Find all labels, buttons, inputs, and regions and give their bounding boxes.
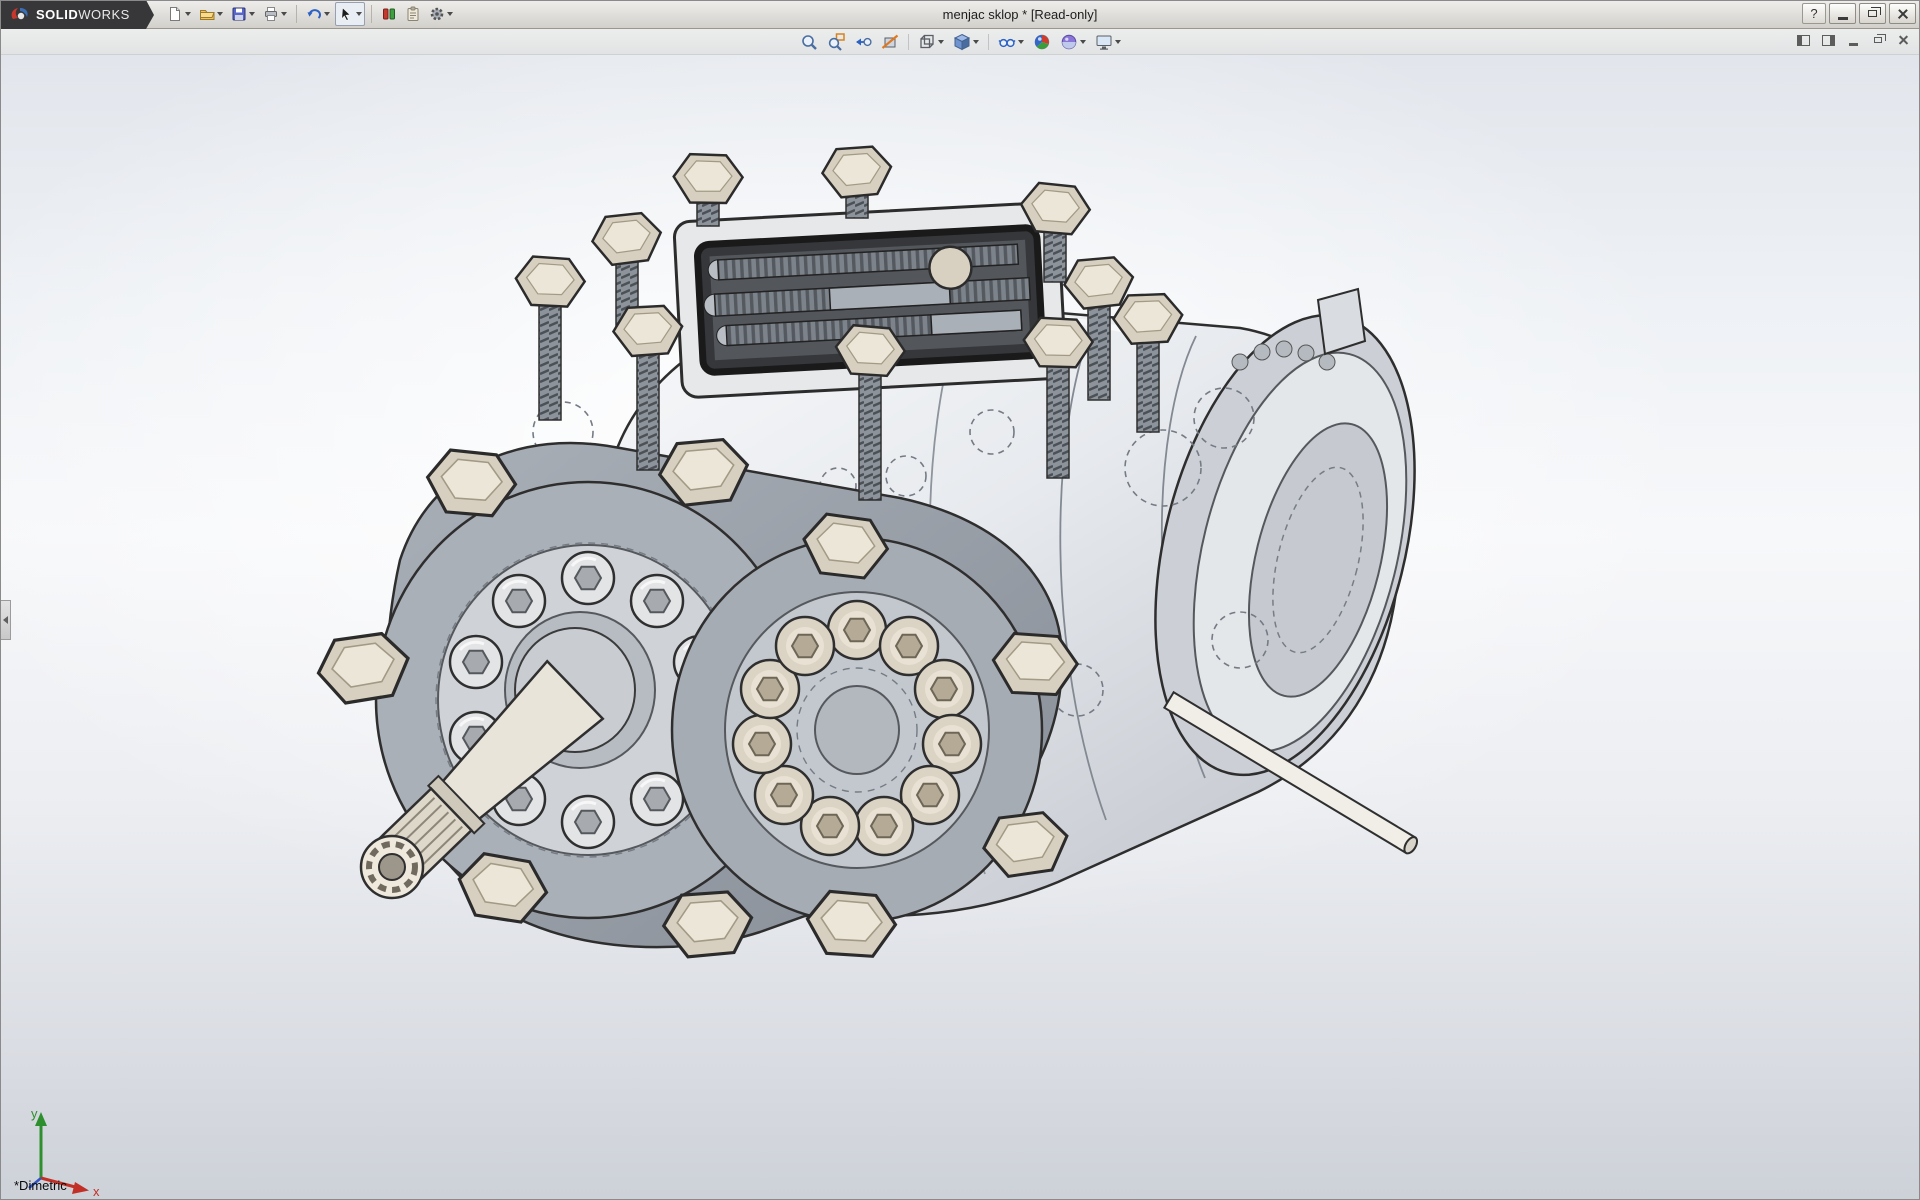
hide-show-items-icon (998, 33, 1016, 51)
view-settings-dropdown-icon[interactable] (1115, 40, 1121, 44)
undo-icon (306, 6, 322, 22)
toolbar-separator (371, 5, 372, 23)
taskpane-toggle-button[interactable] (1819, 32, 1837, 48)
triad-x-label: x (93, 1184, 100, 1198)
model-canvas[interactable] (0, 0, 1920, 1200)
headsup-toolbar-row (0, 29, 1920, 55)
edit-appearance-viewport-button[interactable] (1030, 31, 1054, 53)
view-orientation-dropdown-icon[interactable] (938, 40, 944, 44)
minimize-icon (1838, 17, 1848, 20)
appearance-swatch-icon (381, 6, 397, 22)
document-minimize-icon (1849, 43, 1858, 46)
options-button[interactable] (426, 2, 456, 26)
edit-appearance-icon (1033, 33, 1051, 51)
window-controls: ? (1802, 3, 1916, 24)
featuremanager-toggle-button[interactable] (1794, 32, 1812, 48)
open-dropdown-arrow-icon[interactable] (217, 12, 223, 16)
titlebar: SOLIDWORKS (0, 0, 1920, 29)
save-button[interactable] (228, 2, 258, 26)
undo-dropdown-arrow-icon[interactable] (324, 12, 330, 16)
properties-clipboard-icon (405, 6, 421, 22)
select-tool-button[interactable] (335, 2, 365, 26)
options-dropdown-arrow-icon[interactable] (447, 12, 453, 16)
print-dropdown-arrow-icon[interactable] (281, 12, 287, 16)
app-name-works: WORKS (78, 7, 130, 22)
display-style-button[interactable] (950, 31, 982, 53)
triad-y-label: y (31, 1106, 38, 1121)
view-orientation-button[interactable] (915, 31, 947, 53)
zoom-to-fit-button[interactable] (797, 31, 821, 53)
save-dropdown-arrow-icon[interactable] (249, 12, 255, 16)
print-button[interactable] (260, 2, 290, 26)
zoom-to-area-icon (827, 33, 845, 51)
save-floppy-icon (231, 6, 247, 22)
display-style-dropdown-icon[interactable] (973, 40, 979, 44)
file-properties-button[interactable] (402, 2, 424, 26)
app-name: SOLIDWORKS (36, 7, 130, 22)
toolbar-separator (908, 34, 909, 50)
select-cursor-icon (338, 6, 354, 22)
close-icon (1897, 8, 1909, 20)
new-document-icon (167, 6, 183, 22)
display-style-icon (953, 33, 971, 51)
3ds-logo-icon (10, 6, 30, 22)
toolbar-separator (988, 34, 989, 50)
hide-show-items-button[interactable] (995, 31, 1027, 53)
new-document-button[interactable] (164, 2, 194, 26)
zoom-to-fit-icon (800, 33, 818, 51)
toolbar-separator (296, 5, 297, 23)
taskpane-pane-icon (1822, 35, 1835, 46)
app-name-solid: SOLID (36, 7, 78, 22)
edit-appearance-button[interactable] (378, 2, 400, 26)
section-view-icon (881, 33, 899, 51)
view-settings-icon (1095, 33, 1113, 51)
featuremanager-flyout-handle[interactable] (1, 600, 11, 640)
logo-separator (146, 0, 154, 29)
view-settings-button[interactable] (1092, 31, 1124, 53)
apply-scene-icon (1060, 33, 1078, 51)
document-window-controls (1794, 32, 1912, 48)
document-restore-icon (1874, 37, 1882, 43)
graphics-viewport[interactable]: y x *Dimetric (1, 55, 1919, 1199)
collapse-arrow-icon (3, 616, 8, 624)
previous-view-icon (854, 33, 872, 51)
section-view-button[interactable] (878, 31, 902, 53)
options-gear-icon (429, 6, 445, 22)
apply-scene-dropdown-icon[interactable] (1080, 40, 1086, 44)
open-folder-icon (199, 6, 215, 22)
document-close-button[interactable] (1894, 32, 1912, 48)
solidworks-logo: SOLIDWORKS (0, 0, 146, 29)
document-minimize-button[interactable] (1844, 32, 1862, 48)
restore-button[interactable] (1859, 3, 1886, 24)
previous-view-button[interactable] (851, 31, 875, 53)
restore-icon (1868, 10, 1877, 17)
help-button[interactable]: ? (1802, 3, 1826, 24)
view-orientation-icon (918, 33, 936, 51)
document-close-icon (1898, 35, 1909, 46)
document-title: menjac sklop * [Read-only] (420, 7, 1620, 22)
right-flange-disc[interactable] (672, 538, 1042, 922)
apply-scene-button[interactable] (1057, 31, 1089, 53)
view-orientation-label: *Dimetric (14, 1178, 67, 1193)
print-icon (263, 6, 279, 22)
featuremanager-pane-icon (1797, 35, 1810, 46)
document-restore-button[interactable] (1869, 32, 1887, 48)
new-dropdown-arrow-icon[interactable] (185, 12, 191, 16)
main-toolbar (164, 2, 456, 26)
headsup-view-toolbar (797, 31, 1124, 53)
minimize-button[interactable] (1829, 3, 1856, 24)
undo-button[interactable] (303, 2, 333, 26)
hide-show-dropdown-icon[interactable] (1018, 40, 1024, 44)
select-dropdown-arrow-icon[interactable] (356, 12, 362, 16)
open-document-button[interactable] (196, 2, 226, 26)
zoom-to-area-button[interactable] (824, 31, 848, 53)
close-button[interactable] (1889, 3, 1916, 24)
